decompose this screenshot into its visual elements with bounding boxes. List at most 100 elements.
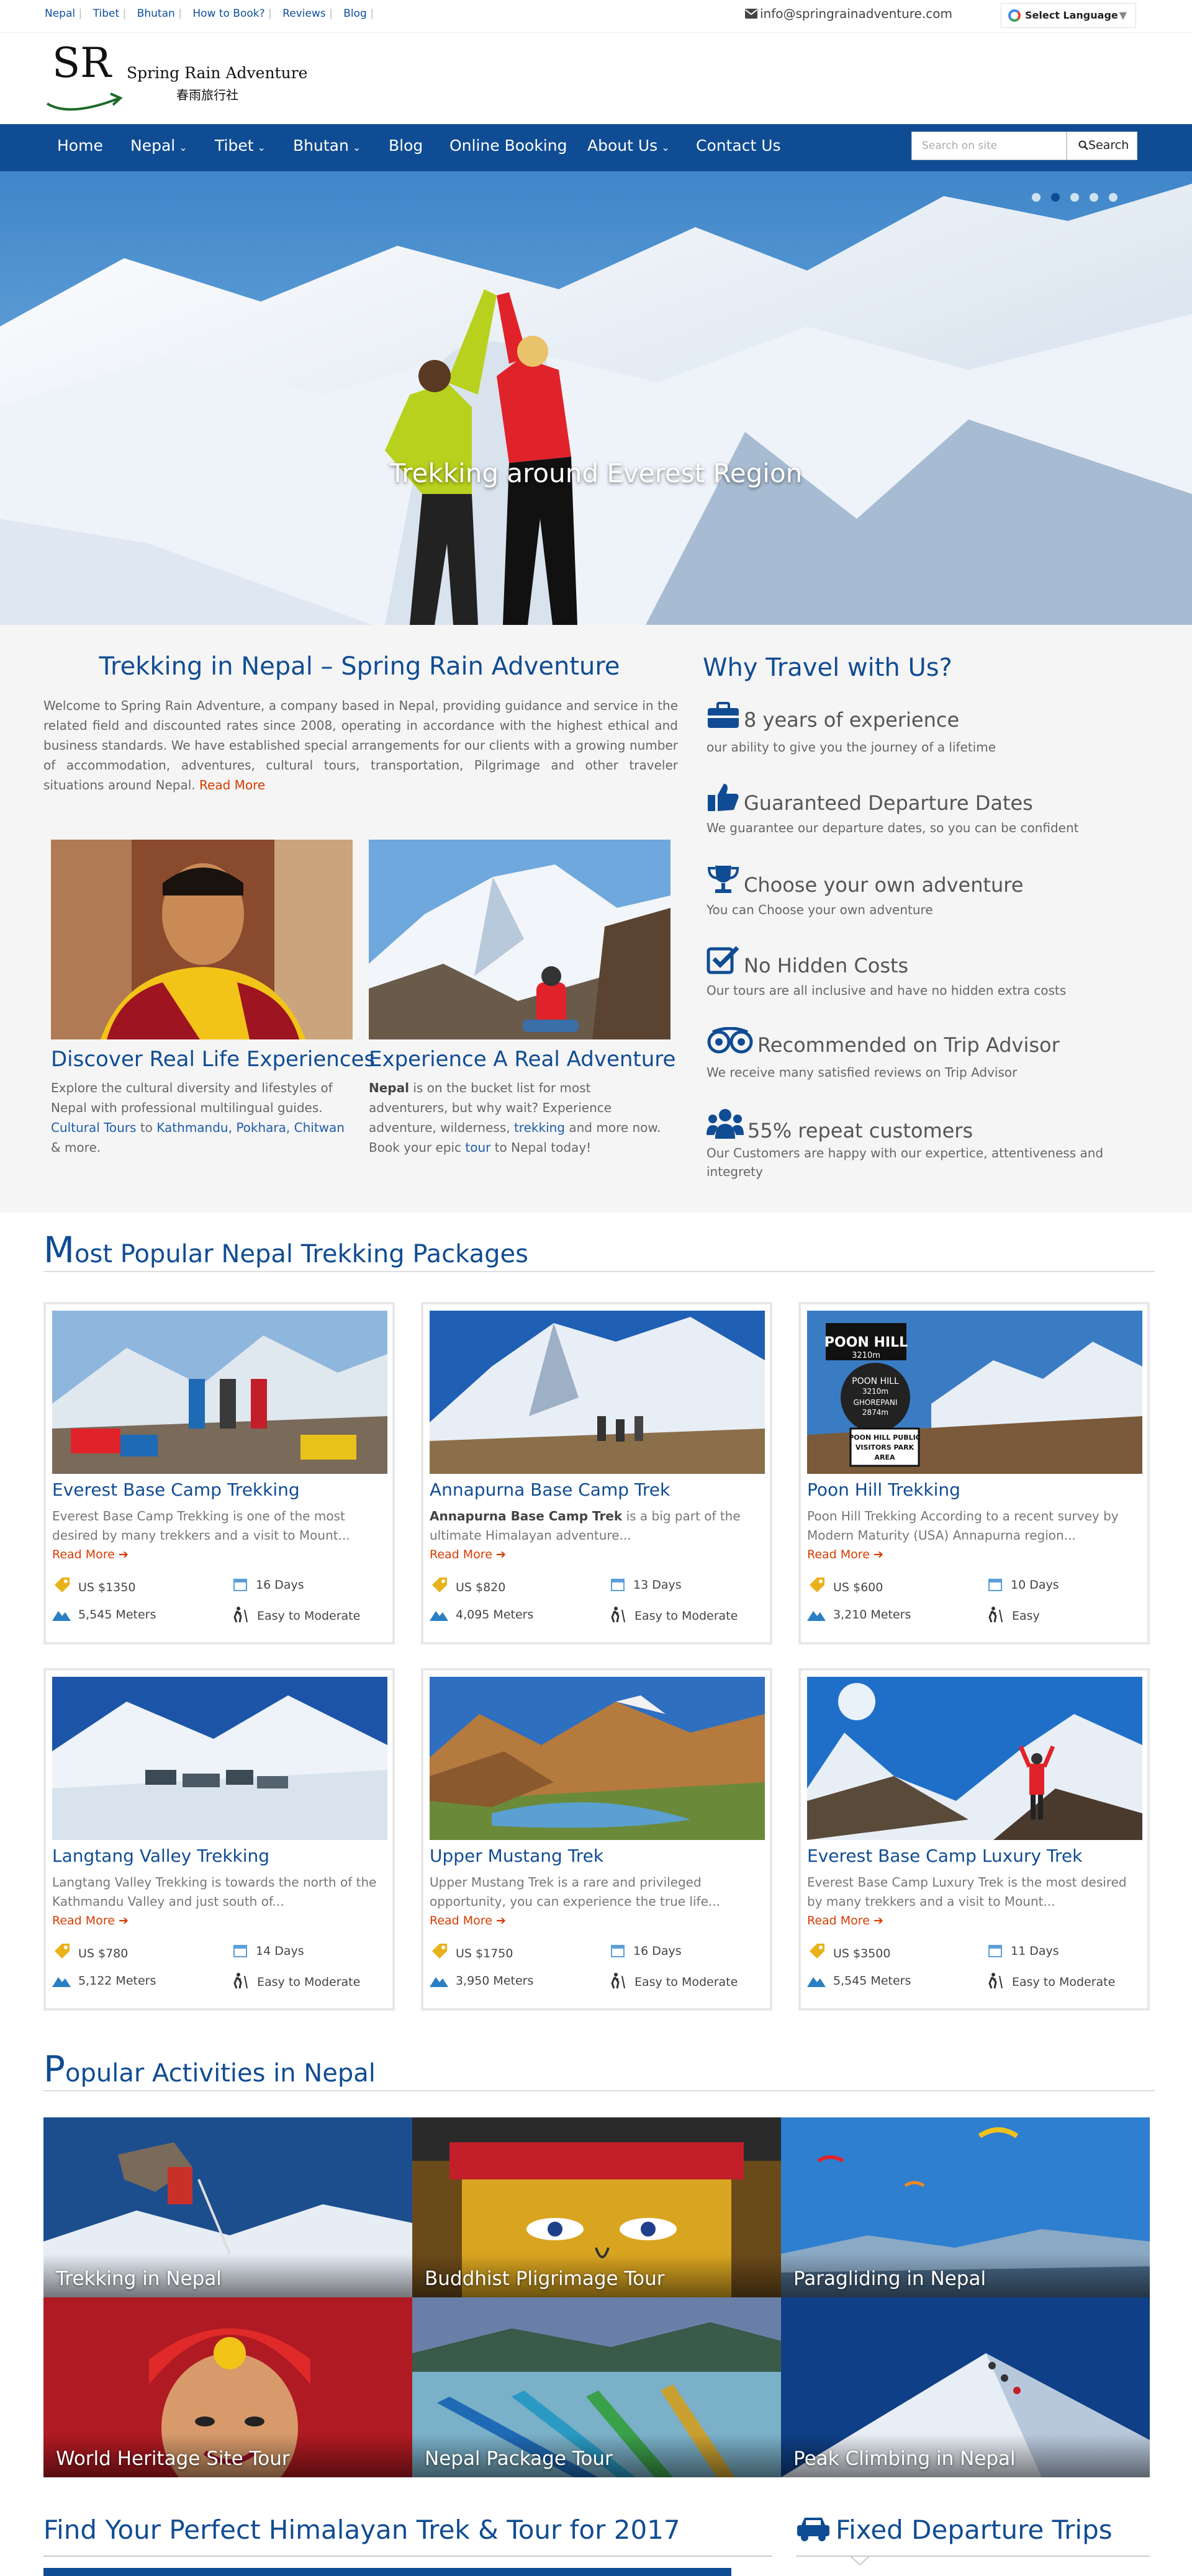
- read-more-link[interactable]: Read More ➔: [807, 1548, 883, 1561]
- price-value: US $600: [833, 1581, 883, 1594]
- slider-dot[interactable]: [1090, 193, 1098, 202]
- feature-1-end: & more.: [51, 1140, 101, 1155]
- chitwan-link[interactable]: Chitwan: [294, 1120, 345, 1135]
- cultural-tours-link[interactable]: Cultural Tours: [51, 1120, 136, 1135]
- package-card[interactable]: POON HILL 3210m POON HILL 3210m GHOREPANI 287…: [798, 1302, 1150, 1645]
- nav-about-us[interactable]: About Us ⌄: [587, 137, 670, 155]
- package-card[interactable]: Annapurna Base Camp Trek Annapurna Base …: [421, 1302, 772, 1645]
- nav-bhutan-label: Bhutan: [293, 137, 349, 155]
- feature-2-title[interactable]: Experience A Real Adventure: [369, 1047, 675, 1072]
- days-value: 10 Days: [1011, 1578, 1059, 1592]
- why-sub: Our tours are all inclusive and have no …: [707, 983, 1067, 998]
- tripadvisor-icon: [707, 1026, 753, 1054]
- packages-title: Most Popular Nepal Trekking Packages: [43, 1229, 528, 1271]
- trophy-icon: [707, 866, 739, 893]
- slider-dot[interactable]: [1032, 193, 1041, 202]
- package-card[interactable]: Upper Mustang Trek Upper Mustang Trek is…: [421, 1668, 772, 2011]
- nav-bhutan[interactable]: Bhutan ⌄: [293, 137, 361, 155]
- nav-online-booking-label: Online Booking: [449, 137, 567, 155]
- language-select[interactable]: Select Language ▼: [1001, 3, 1136, 28]
- checkbox-icon: [707, 946, 739, 974]
- package-altitude: 5,122 Meters: [52, 1972, 156, 1988]
- search-input[interactable]: Search on site: [911, 132, 1067, 160]
- grade-value: Easy to Moderate: [257, 1975, 361, 1989]
- slider-dot[interactable]: [1109, 193, 1118, 202]
- nav-home[interactable]: Home: [57, 137, 103, 155]
- package-title[interactable]: Everest Base Camp Trekking: [52, 1479, 300, 1500]
- top-link-bhutan[interactable]: Bhutan: [137, 7, 175, 20]
- google-icon: [1008, 9, 1021, 22]
- grade-value: Easy to Moderate: [634, 1975, 738, 1989]
- package-description: Langtang Valley Trekking is towards the …: [52, 1873, 387, 1911]
- package-description-text: Everest Base Camp Luxury Trek is the mos…: [807, 1875, 1127, 1909]
- hero-image: [0, 171, 1192, 625]
- arrow-right-icon: ➔: [118, 1914, 129, 1928]
- read-more-link[interactable]: Read More ➔: [52, 1914, 129, 1928]
- why-head: 8 years of experience: [744, 708, 960, 732]
- top-link-tibet[interactable]: Tibet: [93, 7, 120, 20]
- activity-tile[interactable]: Peak Climbing in Nepal: [781, 2297, 1150, 2477]
- feature-1-title[interactable]: Discover Real Life Experiences: [51, 1047, 375, 1072]
- activity-label: Paragliding in Nepal: [793, 2268, 987, 2290]
- slider-dot-active[interactable]: [1051, 193, 1060, 202]
- package-card[interactable]: Everest Base Camp Luxury Trek Everest Ba…: [798, 1668, 1150, 2011]
- grade-value: Easy: [1012, 1609, 1040, 1623]
- search-button[interactable]: Search: [1067, 132, 1137, 160]
- fixed-departure-label: Fixed Departure Trips: [836, 2515, 1113, 2545]
- slider-dot[interactable]: [1070, 193, 1079, 202]
- trekking-link[interactable]: trekking: [514, 1120, 565, 1135]
- kathmandu-link[interactable]: Kathmandu: [156, 1120, 228, 1135]
- grade-value: Easy to Moderate: [257, 1609, 361, 1623]
- package-card[interactable]: Langtang Valley Trekking Langtang Valley…: [43, 1668, 395, 2011]
- activity-tile[interactable]: World Heritage Site Tour: [43, 2297, 412, 2477]
- nav-contact-us[interactable]: Contact Us: [696, 137, 781, 155]
- package-image: [52, 1677, 387, 1840]
- package-title[interactable]: Poon Hill Trekking: [807, 1479, 960, 1500]
- package-grade: Easy to Moderate: [610, 1606, 738, 1623]
- nav-online-booking[interactable]: Online Booking: [449, 137, 567, 155]
- feature-2-text: Nepal is on the bucket list for most adv…: [369, 1078, 670, 1157]
- package-card[interactable]: Everest Base Camp Trekking Everest Base …: [43, 1302, 395, 1645]
- nav-nepal[interactable]: Nepal ⌄: [130, 137, 187, 155]
- package-days: 16 Days: [232, 1576, 304, 1592]
- logo-mark[interactable]: SR: [52, 39, 111, 87]
- nav-blog[interactable]: Blog: [389, 137, 423, 155]
- read-more-link[interactable]: Read More ➔: [807, 1914, 883, 1928]
- logo-name[interactable]: Spring Rain Adventure: [127, 64, 307, 82]
- tab-bar[interactable]: [43, 2568, 731, 2576]
- users-icon: [707, 1109, 744, 1139]
- hiker-icon: [611, 1973, 625, 1989]
- top-link-blog[interactable]: Blog: [343, 7, 367, 20]
- package-description-bold: Annapurna Base Camp Trek: [430, 1509, 623, 1524]
- altitude-value: 5,545 Meters: [833, 1974, 911, 1988]
- section-divider: [796, 2556, 1150, 2557]
- activity-tile[interactable]: Trekking in Nepal: [43, 2117, 412, 2297]
- why-sub: our ability to give you the journey of a…: [707, 740, 996, 755]
- read-more-link[interactable]: Read More ➔: [430, 1914, 506, 1928]
- top-link-reviews[interactable]: Reviews: [282, 7, 326, 20]
- activity-label: World Heritage Site Tour: [56, 2448, 290, 2470]
- activity-tile[interactable]: Buddhist Pligrimage Tour: [412, 2117, 781, 2297]
- package-title[interactable]: Upper Mustang Trek: [430, 1846, 603, 1866]
- days-value: 11 Days: [1011, 1944, 1059, 1958]
- intro-read-more-link[interactable]: Read More: [199, 778, 265, 792]
- nav-tibet[interactable]: Tibet ⌄: [215, 137, 266, 155]
- why-item: Recommended on Trip Advisor We receive m…: [707, 1026, 1160, 1082]
- top-link-nepal[interactable]: Nepal: [45, 7, 75, 20]
- pokhara-link[interactable]: Pokhara: [236, 1120, 286, 1135]
- poon-sign-line: 3210m: [852, 1351, 880, 1360]
- package-days: 16 Days: [610, 1942, 682, 1959]
- read-more-link[interactable]: Read More ➔: [430, 1548, 506, 1561]
- logo-area: SR Spring Rain Adventure 春雨旅行社: [0, 32, 1192, 124]
- tour-link[interactable]: tour: [465, 1140, 490, 1155]
- package-title[interactable]: Everest Base Camp Luxury Trek: [807, 1846, 1082, 1866]
- activity-tile[interactable]: Paragliding in Nepal: [781, 2117, 1150, 2297]
- top-link-how-to-book[interactable]: How to Book?: [192, 7, 264, 20]
- activity-tile[interactable]: Nepal Package Tour: [412, 2297, 781, 2477]
- hero-slider[interactable]: Trekking around Everest Region: [0, 171, 1192, 625]
- package-title[interactable]: Langtang Valley Trekking: [52, 1846, 269, 1866]
- read-more-link[interactable]: Read More ➔: [52, 1548, 129, 1561]
- email-link[interactable]: info@springrainadventure.com: [745, 6, 952, 21]
- envelope-icon: [745, 9, 757, 19]
- package-title[interactable]: Annapurna Base Camp Trek: [430, 1479, 670, 1500]
